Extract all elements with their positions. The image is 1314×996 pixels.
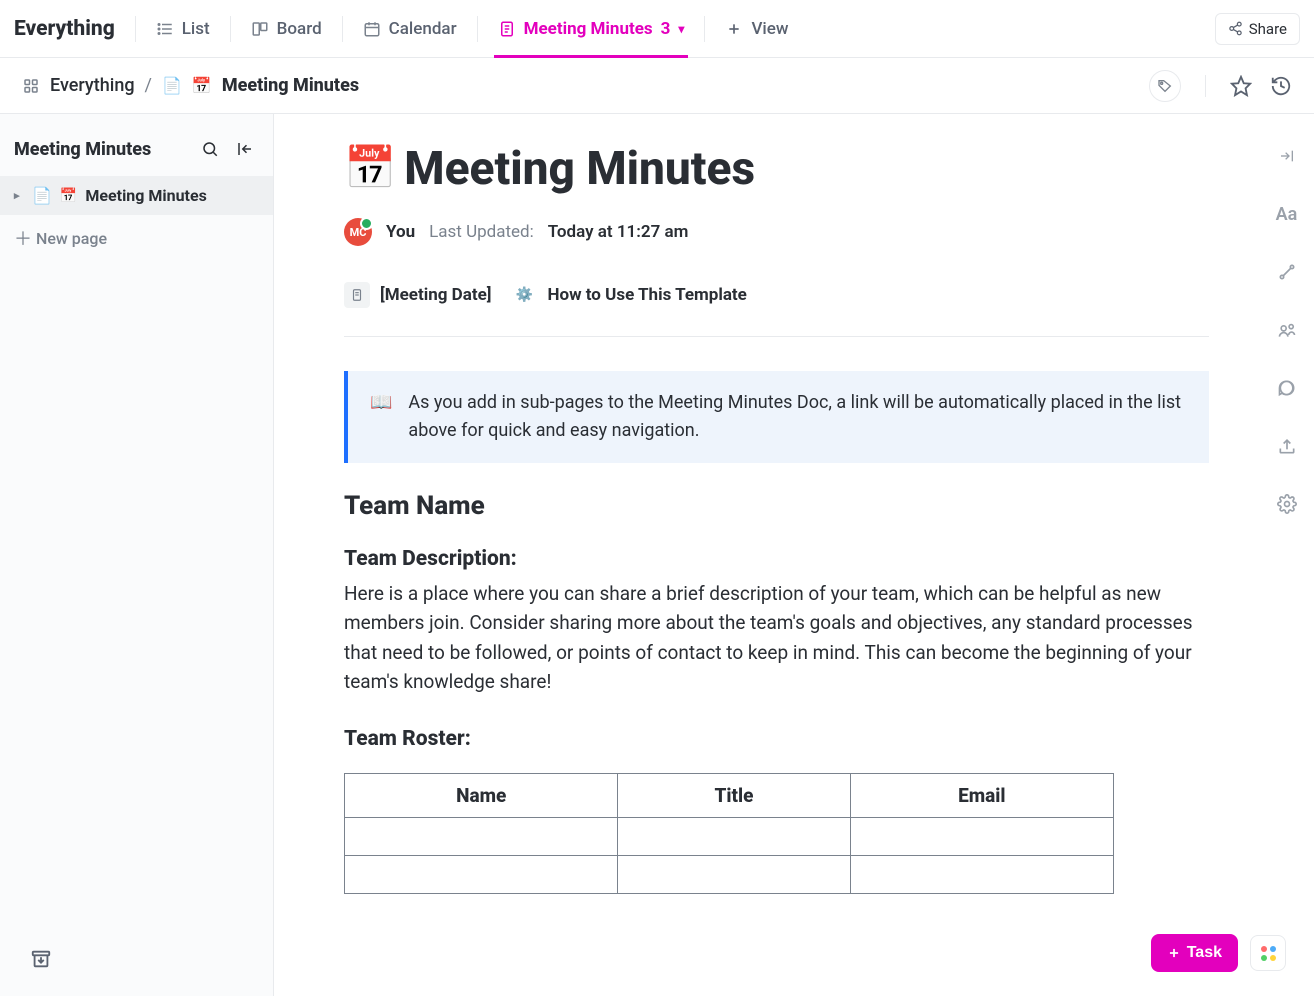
table-row[interactable] [345,817,1114,855]
info-callout: 📖 As you add in sub-pages to the Meeting… [344,371,1209,463]
font-icon[interactable]: Aa [1273,200,1301,228]
tab-list[interactable]: List [142,0,224,58]
export-icon[interactable] [1273,432,1301,460]
breadcrumb-root[interactable]: Everything [50,75,135,96]
team-roster-table[interactable]: Name Title Email [344,773,1114,894]
avatar[interactable]: MC [344,218,372,246]
calendar-icon [363,20,381,38]
heading-team-description[interactable]: Team Description: [344,547,1209,571]
workspace-title[interactable]: Everything [14,17,115,41]
breadcrumb-separator: / [145,75,152,96]
sidebar-title: Meeting Minutes [14,139,189,160]
chevron-down-icon: ▾ [678,22,684,36]
plus-icon [725,20,743,38]
col-title: Title [618,773,850,817]
tab-doc[interactable]: Meeting Minutes 3 ▾ [484,0,699,58]
divider [342,16,343,42]
tab-doc-count: 3 [661,19,671,39]
doc-meta: MC You Last Updated: Today at 11:27 am [344,218,1209,246]
table-header-row: Name Title Email [345,773,1114,817]
main-area: Meeting Minutes ▸ 📄 📅 Meeting Minutes ＋ … [0,114,1314,996]
page-doc-icon: 📄 [162,76,182,95]
chip-how-to-use[interactable]: ⚙️ How to Use This Template [511,282,746,308]
breadcrumb-bar: Everything / 📄 📅 Meeting Minutes [0,58,1314,114]
board-icon [251,20,269,38]
breadcrumb-current[interactable]: Meeting Minutes [222,75,359,96]
divider [135,16,136,42]
breadcrumb-actions [1149,70,1292,102]
doc-subpages-row: [Meeting Date] ⚙️ How to Use This Templa… [344,282,1209,337]
book-emoji-icon: 📖 [370,389,392,445]
search-icon[interactable] [197,136,223,162]
doc-title[interactable]: Meeting Minutes [404,142,755,196]
apps-icon [1261,946,1276,961]
sidebar-archive-icon[interactable] [0,948,273,996]
chip-meeting-date[interactable]: [Meeting Date] [344,282,491,308]
plus-icon [1167,946,1181,960]
apps-button[interactable] [1250,935,1286,971]
divider [1205,75,1206,97]
calendar-emoji-icon: 📅 [344,148,396,190]
tab-calendar-label: Calendar [389,19,457,39]
table-row[interactable] [345,855,1114,893]
sidebar-new-page[interactable]: ＋ New page [0,215,273,261]
divider [477,16,478,42]
gear-icon[interactable] [1273,490,1301,518]
caret-right-icon: ▸ [14,189,24,202]
tab-doc-label: Meeting Minutes [524,19,653,39]
tab-add-view[interactable]: View [711,0,802,58]
collapse-sidebar-icon[interactable] [231,136,259,162]
comment-icon[interactable] [1273,374,1301,402]
chip-meeting-date-label: [Meeting Date] [380,285,491,305]
heading-team-name[interactable]: Team Name [344,491,1209,521]
doc-title-row: 📅 Meeting Minutes [344,142,1209,196]
history-icon[interactable] [1270,75,1292,97]
divider [704,16,705,42]
top-tabs-bar: Everything List Board Calendar Meeting M… [0,0,1314,58]
collaborators-icon[interactable] [1273,316,1301,344]
doc-icon [498,20,516,38]
sidebar-new-page-label: New page [36,229,107,248]
share-icon [1228,21,1243,36]
heading-team-roster[interactable]: Team Roster: [344,727,1209,751]
tab-view-label: View [751,19,788,39]
doc-sidebar: Meeting Minutes ▸ 📄 📅 Meeting Minutes ＋ … [0,114,274,996]
doc-updated-label: Last Updated: [429,222,534,242]
new-task-button[interactable]: Task [1151,934,1238,972]
list-icon [156,20,174,38]
callout-text: As you add in sub-pages to the Meeting M… [408,389,1187,445]
sidebar-header: Meeting Minutes [0,114,273,176]
calendar-emoji-icon: 📅 [60,188,77,204]
chip-how-to-use-label: How to Use This Template [547,285,746,305]
page-icon [344,282,370,308]
share-button[interactable]: Share [1215,13,1300,45]
tab-list-label: List [182,19,210,39]
divider [230,16,231,42]
sidebar-item-meeting-minutes[interactable]: ▸ 📄 📅 Meeting Minutes [0,176,273,215]
gear-emoji-icon: ⚙️ [511,282,537,308]
plus-icon: ＋ [14,225,28,251]
star-icon[interactable] [1230,75,1252,97]
doc-author: You [386,222,415,242]
doc-updated-time: Today at 11:27 am [548,222,689,242]
team-description-body[interactable]: Here is a place where you can share a br… [344,579,1209,697]
new-task-label: Task [1187,944,1222,962]
col-email: Email [850,773,1113,817]
relations-icon[interactable] [1273,258,1301,286]
document-content[interactable]: 📅 Meeting Minutes MC You Last Updated: T… [274,114,1259,996]
expand-icon[interactable] [1273,142,1301,170]
grid-icon[interactable] [22,77,40,95]
sidebar-item-label: Meeting Minutes [85,186,206,205]
tab-board-label: Board [277,19,322,39]
col-name: Name [345,773,618,817]
page-doc-icon: 📄 [32,186,52,205]
tab-board[interactable]: Board [237,0,336,58]
share-label: Share [1249,20,1287,38]
tag-icon[interactable] [1149,70,1181,102]
tab-calendar[interactable]: Calendar [349,0,471,58]
content-wrap: 📅 Meeting Minutes MC You Last Updated: T… [274,114,1314,996]
calendar-emoji-icon: 📅 [192,76,212,95]
floating-actions: Task [1151,934,1286,972]
right-rail: Aa [1259,114,1314,996]
